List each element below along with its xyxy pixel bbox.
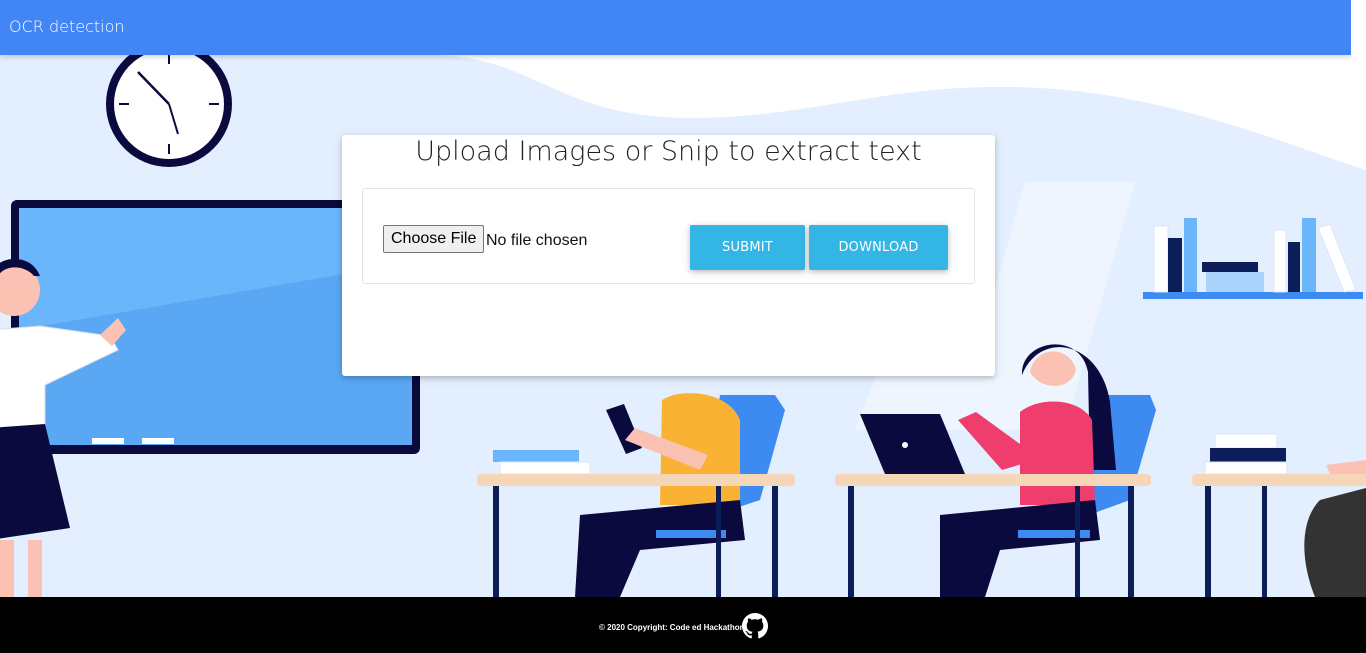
card-title: Upload Images or Snip to extract text <box>415 136 922 167</box>
navbar-gap <box>1351 0 1366 55</box>
submit-button[interactable]: SUBMIT <box>690 225 805 270</box>
navbar-brand[interactable]: OCR detection <box>9 17 125 37</box>
upload-card: Upload Images or Snip to extract text Ch… <box>342 135 995 376</box>
clock-illustration <box>106 41 232 167</box>
download-button[interactable]: DOWNLOAD <box>809 225 948 270</box>
choose-file-button[interactable]: Choose File <box>383 225 485 253</box>
file-status-text: No file chosen <box>486 232 588 249</box>
footer-copyright: © 2020 Copyright: Code ed Hackathon <box>599 623 745 632</box>
github-icon[interactable] <box>742 613 768 639</box>
upload-panel: Choose File No file chosen SUBMIT DOWNLO… <box>362 188 975 284</box>
footer: © 2020 Copyright: Code ed Hackathon <box>0 597 1366 653</box>
top-navbar: OCR detection <box>0 0 1351 55</box>
